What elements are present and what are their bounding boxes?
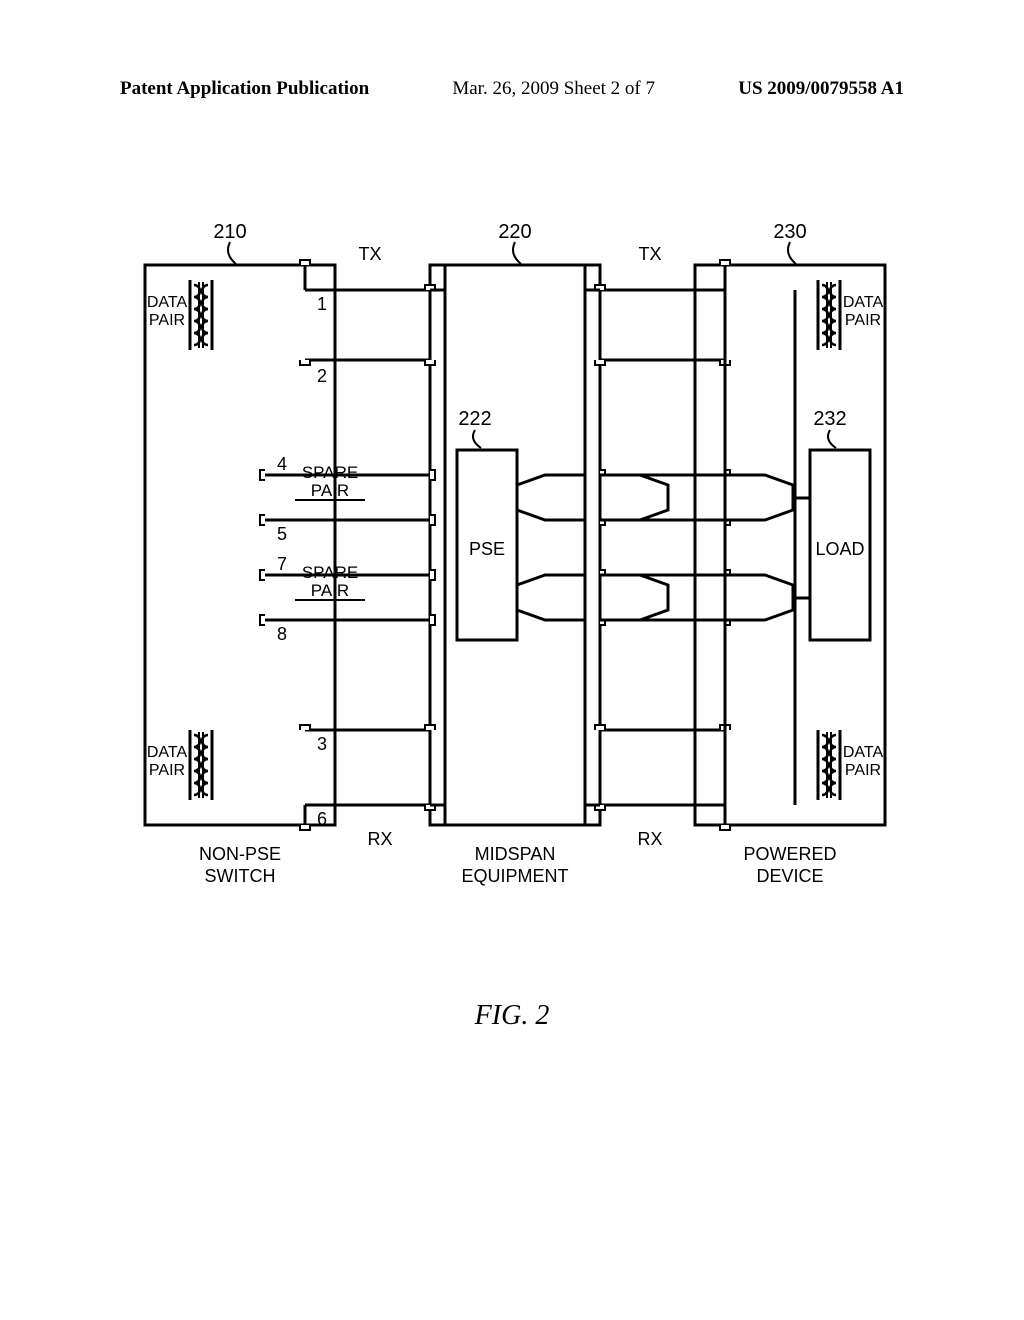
pd-caption2: DEVICE [756, 866, 823, 886]
header-right: US 2009/0079558 A1 [738, 78, 904, 100]
tx-right: TX [638, 244, 661, 264]
pin2: 2 [317, 366, 327, 386]
datapair-bl2: PAIR [149, 762, 185, 779]
nonpse-caption1: NON-PSE [199, 844, 281, 864]
load-label: LOAD [815, 539, 864, 559]
header-left: Patent Application Publication [120, 78, 369, 100]
pin4: 4 [277, 454, 287, 474]
pin6: 6 [317, 809, 327, 829]
ref-210: 210 [213, 221, 246, 243]
rx-left: RX [367, 829, 392, 849]
pin3: 3 [317, 734, 327, 754]
pse-label: PSE [469, 539, 505, 559]
midspan-caption2: EQUIPMENT [461, 866, 568, 886]
datapair-tl2: PAIR [149, 312, 185, 329]
ref-232: 232 [813, 408, 846, 430]
figure-caption: FIG. 2 [0, 1000, 1024, 1032]
datapair-tr1: DATA [843, 294, 884, 311]
nonpse-switch-box [145, 265, 335, 825]
midspan-caption1: MIDSPAN [475, 844, 556, 864]
spare78b: PAIR [311, 581, 349, 600]
figure-2: 210 220 230 PSE LOAD 222 232 DATA PAIR D… [135, 220, 895, 960]
ref-230: 230 [773, 221, 806, 243]
pin8: 8 [277, 624, 287, 644]
spare78a: SPARE [302, 563, 358, 582]
pin1: 1 [317, 294, 327, 314]
rx-right: RX [637, 829, 662, 849]
pin7: 7 [277, 554, 287, 574]
spare45a: SPARE [302, 463, 358, 482]
datapair-tr2: PAIR [845, 312, 881, 329]
ref-220: 220 [498, 221, 531, 243]
page-header: Patent Application Publication Mar. 26, … [0, 78, 1024, 100]
datapair-tl1: DATA [147, 294, 188, 311]
datapair-br2: PAIR [845, 762, 881, 779]
pd-caption1: POWERED [743, 844, 836, 864]
pin5: 5 [277, 524, 287, 544]
ref-222: 222 [458, 408, 491, 430]
spare45b: PAIR [311, 481, 349, 500]
datapair-bl1: DATA [147, 744, 188, 761]
tx-left: TX [358, 244, 381, 264]
nonpse-caption2: SWITCH [205, 866, 276, 886]
datapair-br1: DATA [843, 744, 884, 761]
header-mid: Mar. 26, 2009 Sheet 2 of 7 [452, 78, 655, 100]
